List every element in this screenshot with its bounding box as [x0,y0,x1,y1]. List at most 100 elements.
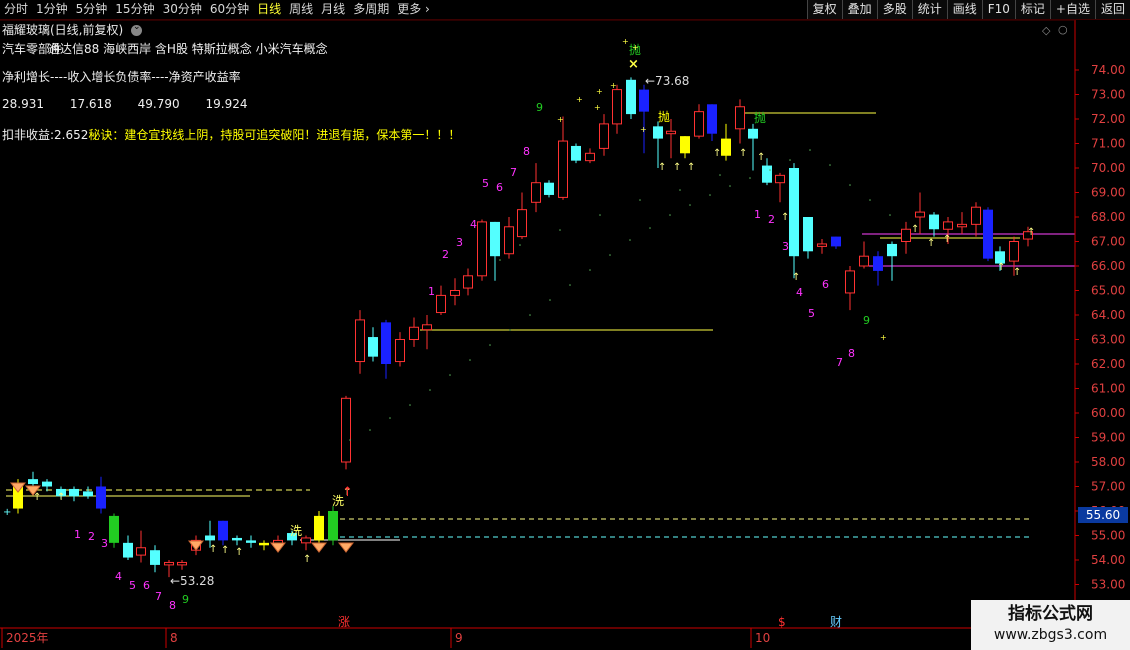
tab-weekly[interactable]: 周线 [285,0,317,19]
candle-body [164,561,174,566]
kline-chart[interactable]: 1 2345 678 912345 67891 23456789←73.68←53.28抛… [0,20,1130,650]
price-tick-label: 55.00 [1091,529,1125,543]
count-number: 5 [808,307,815,320]
tab-fenshi[interactable]: 分时 [0,0,32,19]
count-number: 5 [129,579,136,592]
draw-line-button[interactable]: 画线 [946,0,982,19]
sar-dot [729,185,731,187]
sar-dot [629,239,631,241]
candle-body [314,515,324,541]
candle-body [612,89,622,125]
watermark: 指标公式网 www.zbgs3.com [971,600,1130,650]
count-number: 8 [523,145,530,158]
circle-icon[interactable]: ○ [1058,23,1068,36]
overlay-button[interactable]: 叠加 [841,0,877,19]
diamond-icon[interactable]: ◇ [1042,24,1050,37]
up-arrow-icon: ↑ [713,148,721,159]
candle-body [721,138,731,156]
plus-marker: + [557,115,564,124]
event-marker: $ [778,615,786,629]
strategy-tip: 秘诀：建仓宜找线上阴，持股可追突破阳！进退有据，保本第一！！！ [88,128,461,142]
sar-dot [519,244,521,246]
tab-daily[interactable]: 日线 [253,0,285,19]
plus-marker: + [880,333,887,342]
price-tick-label: 65.00 [1091,284,1125,298]
price-tick-label: 57.00 [1091,480,1125,494]
candle-body [803,217,813,252]
candle-body [901,228,911,242]
up-arrow-icon: ↑ [911,224,919,235]
up-arrow-icon: ↑ [235,547,243,558]
candle-body [436,294,446,314]
price-tick-label: 73.00 [1091,88,1125,102]
sar-dot [499,259,501,261]
candle-body [490,221,500,257]
count-number: 2 [442,248,449,261]
back-button[interactable]: 返回 [1094,0,1130,19]
tab-15min[interactable]: 15分钟 [111,0,158,19]
sar-dot [589,269,591,271]
tab-monthly[interactable]: 月线 [317,0,349,19]
tab-5min[interactable]: 5分钟 [72,0,112,19]
sar-dot [449,374,451,376]
restore-rights-button[interactable]: 复权 [806,0,842,19]
up-arrow-icon: ↑ [927,238,935,249]
sar-dot [529,314,531,316]
multi-stock-button[interactable]: 多股 [876,0,912,19]
candle-body [463,275,473,289]
event-marker: 涨 [338,614,350,629]
sar-dot [709,194,711,196]
candle-body [845,270,855,294]
sell-signal-label: 抛 [658,109,670,124]
indicator-value-row: 28.931 17.618 49.790 19.924 [2,97,247,111]
candle-body [341,397,351,463]
candle-body [409,326,419,340]
up-arrow-icon: ↑ [781,212,789,223]
candle-body [943,221,953,230]
candle-body [887,243,897,257]
add-watchlist-button[interactable]: +自选 [1049,0,1095,19]
settings-circle-icon[interactable]: ⌄ [131,22,143,36]
tab-60min[interactable]: 60分钟 [206,0,253,19]
candle-body [707,104,717,134]
tab-multi-period[interactable]: 多周期 [349,0,393,19]
sar-dot [789,159,791,161]
up-arrow-icon: ↑ [1013,267,1021,278]
debt-ratio: 49.790 [137,97,180,111]
candle-body [381,322,391,364]
up-arrow-icon: ↑ [757,152,765,163]
mark-button[interactable]: 标记 [1014,0,1050,19]
diamond-marker-icon [269,542,287,553]
statistics-button[interactable]: 统计 [911,0,947,19]
price-tick-label: 66.00 [1091,259,1125,273]
count-number: 9 [536,101,543,114]
sell-signal-label: 抛 [754,110,766,125]
up-arrow-icon: ↑ [221,545,229,556]
price-tick-label: 74.00 [1091,63,1125,77]
tab-30min[interactable]: 30分钟 [159,0,206,19]
candle-body [504,226,514,255]
count-number: 4 [470,218,477,231]
sar-dot [469,359,471,361]
candle-body [232,537,242,541]
count-number: 5 [482,177,489,190]
sar-dot [679,189,681,191]
eps-label: 扣非收益: [2,128,55,142]
f10-button[interactable]: F10 [981,0,1015,19]
candle-body [83,491,93,497]
count-number: 1 [754,208,761,221]
count-number: 7 [836,356,843,369]
eps-row: 扣非收益:2.652秘诀：建仓宜找线上阴，持股可追突破阳！进退有据，保本第一！！… [2,126,460,143]
candle-body [42,481,52,487]
more-button[interactable]: 更多 › [393,0,434,19]
sar-dot [559,229,561,231]
tab-1min[interactable]: 1分钟 [32,0,72,19]
candle-body [748,128,758,139]
candle-body [544,182,554,195]
candle-body [694,111,704,137]
count-number: 4 [115,570,122,583]
revenue-growth: 17.618 [69,97,112,111]
count-number: 9 [863,314,870,327]
candle-body [929,214,939,230]
candle-body [218,520,228,541]
